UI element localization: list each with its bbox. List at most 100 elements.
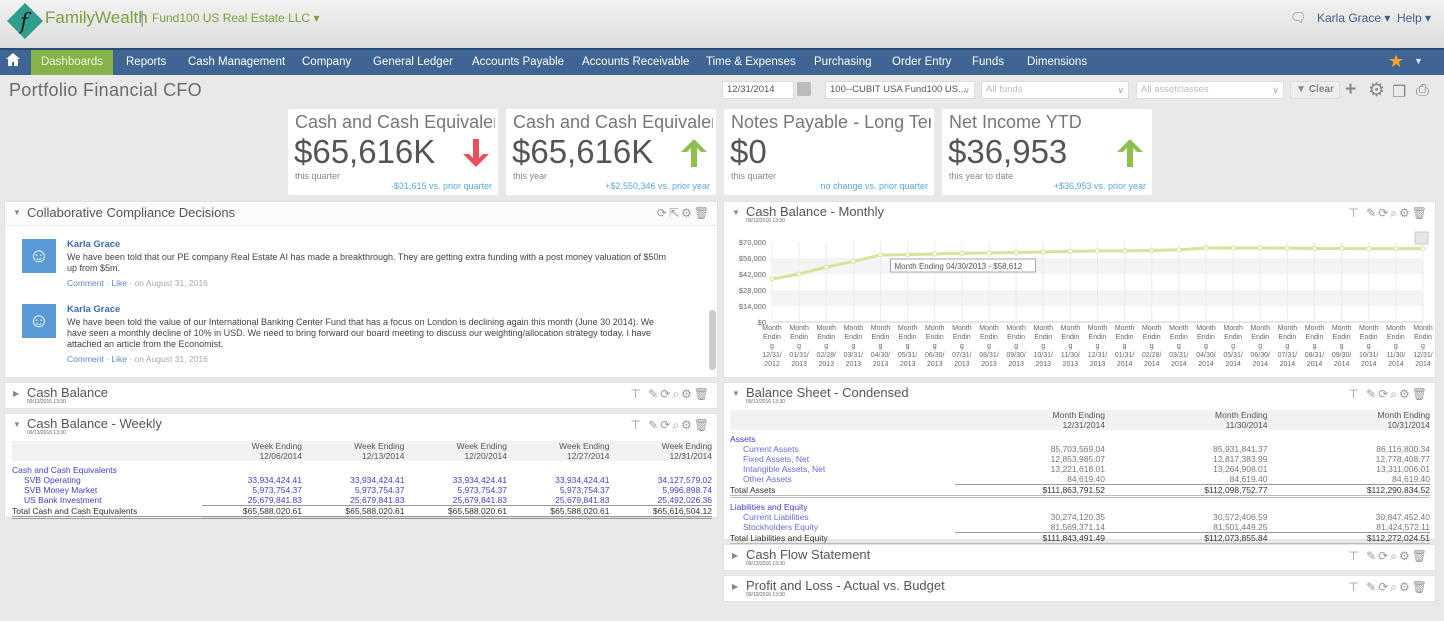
cell-value[interactable]: 33,934,424.41 bbox=[405, 475, 507, 485]
funds-select[interactable]: All funds ∨ bbox=[981, 81, 1129, 99]
gear-icon[interactable]: ⚙ bbox=[681, 206, 694, 220]
cell-value[interactable]: 5,973,754.37 bbox=[405, 485, 507, 495]
refresh-icon[interactable]: ⟳ bbox=[1378, 549, 1390, 563]
filter-icon[interactable]: ⊤ bbox=[630, 387, 642, 401]
trash-icon[interactable]: 🗑︎ bbox=[694, 418, 711, 432]
entity-select[interactable]: 100--CUBIT USA Fund100 US... ∨ bbox=[825, 81, 975, 99]
search-icon[interactable]: ⌕ bbox=[1390, 580, 1399, 594]
row-label[interactable]: Fixed Assets, Net bbox=[730, 454, 955, 464]
gear-icon[interactable]: ⚙ bbox=[1399, 387, 1412, 401]
nav-company[interactable]: Company bbox=[302, 50, 351, 75]
cell-value[interactable]: 5,973,754.37 bbox=[507, 485, 610, 495]
trash-icon[interactable]: 🗑︎ bbox=[694, 387, 711, 401]
search-icon[interactable]: ⌕ bbox=[1390, 549, 1399, 563]
cell-value[interactable]: 5,973,754.37 bbox=[202, 485, 302, 495]
cell-value[interactable]: 34,127,579.02 bbox=[610, 475, 712, 485]
row-label[interactable]: US Bank Investment bbox=[12, 495, 202, 506]
trash-icon[interactable]: 🗑︎ bbox=[1412, 206, 1429, 220]
pencil-icon[interactable]: ✎ bbox=[1366, 580, 1378, 594]
nav-general-ledger[interactable]: General Ledger bbox=[373, 50, 453, 75]
search-icon[interactable]: ⌕ bbox=[1390, 387, 1399, 401]
nav-dimensions[interactable]: Dimensions bbox=[1027, 50, 1087, 75]
filter-icon[interactable]: ⊤ bbox=[1348, 387, 1360, 401]
search-icon[interactable]: ⌕ bbox=[1390, 206, 1399, 220]
search-icon[interactable]: ⌕ bbox=[672, 387, 681, 401]
row-label[interactable]: SVB Money Market bbox=[12, 485, 202, 495]
refresh-icon[interactable]: ⟳ bbox=[657, 206, 669, 220]
nav-dashboards[interactable]: Dashboards bbox=[31, 50, 113, 75]
cell-value[interactable]: 33,934,424.41 bbox=[302, 475, 404, 485]
filter-icon[interactable]: ⊤ bbox=[1348, 206, 1360, 220]
expand-triangle-icon[interactable]: ▶ bbox=[732, 551, 738, 560]
user-menu[interactable]: Karla Grace ▾ bbox=[1317, 11, 1390, 25]
row-label[interactable]: Current Assets bbox=[730, 444, 955, 454]
nav-accounts-payable[interactable]: Accounts Payable bbox=[472, 50, 564, 75]
nav-time-expenses[interactable]: Time & Expenses bbox=[706, 50, 796, 75]
cell-value[interactable]: 5,996,898.74 bbox=[610, 485, 712, 495]
collapse-triangle-icon[interactable]: ▼ bbox=[13, 420, 21, 429]
collapse-triangle-icon[interactable]: ▼ bbox=[13, 208, 21, 217]
entity-selector[interactable]: Fund100 US Real Estate LLC ▾ bbox=[152, 11, 319, 25]
nav-order-entry[interactable]: Order Entry bbox=[892, 50, 951, 75]
add-icon[interactable]: + bbox=[1345, 79, 1356, 101]
nav-accounts-receivable[interactable]: Accounts Receivable bbox=[582, 50, 689, 75]
refresh-icon[interactable]: ⟳ bbox=[660, 387, 672, 401]
expand-triangle-icon[interactable]: ▶ bbox=[732, 582, 738, 591]
post-author[interactable]: Karla Grace bbox=[67, 304, 120, 315]
chat-icon[interactable]: 🗨︎ bbox=[1290, 10, 1307, 26]
pencil-icon[interactable]: ✎ bbox=[648, 387, 660, 401]
nav-funds[interactable]: Funds bbox=[972, 50, 1004, 75]
kpi-card-notes-payable[interactable]: Notes Payable - Long Term $0 this quarte… bbox=[724, 109, 934, 195]
trash-icon[interactable]: 🗑︎ bbox=[1412, 580, 1429, 594]
comment-link[interactable]: Comment bbox=[67, 278, 104, 288]
gear-icon[interactable]: ⚙ bbox=[681, 418, 694, 432]
like-link[interactable]: Like bbox=[111, 278, 127, 288]
cell-value[interactable]: 25,679,841.83 bbox=[202, 495, 302, 506]
row-label[interactable]: Stockholders Equity bbox=[730, 522, 955, 533]
filter-icon[interactable]: ⊤ bbox=[630, 418, 642, 432]
refresh-icon[interactable]: ⟳ bbox=[1378, 387, 1390, 401]
search-icon[interactable]: ⌕ bbox=[672, 418, 681, 432]
kpi-card-net-income[interactable]: Net Income YTD $36,953 this year to date… bbox=[942, 109, 1152, 195]
print-icon[interactable]: ⎙ bbox=[1416, 82, 1429, 100]
favorites-star-icon[interactable]: ★ bbox=[1388, 51, 1404, 72]
gear-icon[interactable]: ⚙ bbox=[1368, 79, 1385, 102]
collapse-triangle-icon[interactable]: ▼ bbox=[732, 389, 740, 398]
pencil-icon[interactable]: ✎ bbox=[648, 418, 660, 432]
pencil-icon[interactable]: ✎ bbox=[1366, 206, 1378, 220]
cell-value[interactable]: 25,492,026.36 bbox=[610, 495, 712, 506]
external-link-icon[interactable]: ⇱ bbox=[669, 206, 681, 220]
group-label[interactable]: Cash and Cash Equivalents bbox=[12, 465, 712, 475]
calendar-icon[interactable] bbox=[797, 82, 811, 96]
clear-filters-button[interactable]: ▼ Clear bbox=[1290, 81, 1340, 99]
filter-icon[interactable]: ⊤ bbox=[1348, 580, 1360, 594]
filter-icon[interactable]: ⊤ bbox=[1348, 549, 1360, 563]
section-label[interactable]: Liabilities and Equity bbox=[730, 502, 1430, 512]
gear-icon[interactable]: ⚙ bbox=[681, 387, 694, 401]
familywealth-logo[interactable]: f bbox=[6, 2, 44, 40]
assetclasses-select[interactable]: All assetclasses ∨ bbox=[1136, 81, 1284, 99]
chevron-down-icon[interactable]: ▼ bbox=[1414, 56, 1423, 66]
expand-triangle-icon[interactable]: ▶ bbox=[13, 389, 19, 398]
pencil-icon[interactable]: ✎ bbox=[1366, 387, 1378, 401]
cell-value[interactable]: 33,934,424.41 bbox=[507, 475, 609, 485]
cell-value[interactable]: 25,679,841.83 bbox=[405, 495, 507, 506]
refresh-icon[interactable]: ⟳ bbox=[1378, 580, 1390, 594]
nav-purchasing[interactable]: Purchasing bbox=[814, 50, 872, 75]
kpi-card-cash-year[interactable]: Cash and Cash Equivalen… $65,616K this y… bbox=[506, 109, 716, 195]
pencil-icon[interactable]: ✎ bbox=[1366, 549, 1378, 563]
row-label[interactable]: SVB Operating bbox=[12, 475, 202, 485]
cell-value[interactable]: 33,934,424.41 bbox=[202, 475, 302, 485]
collapse-triangle-icon[interactable]: ▼ bbox=[732, 208, 740, 217]
cell-value[interactable]: 5,973,754.37 bbox=[302, 485, 405, 495]
nav-reports[interactable]: Reports bbox=[126, 50, 166, 75]
row-label[interactable]: Current Liabilities bbox=[730, 512, 955, 522]
post-author[interactable]: Karla Grace bbox=[67, 239, 120, 250]
trash-icon[interactable]: 🗑︎ bbox=[694, 206, 711, 220]
kpi-card-cash-quarter[interactable]: Cash and Cash Equivalen… $65,616K this q… bbox=[288, 109, 498, 195]
cell-value[interactable]: 25,679,841.83 bbox=[302, 495, 404, 506]
home-icon[interactable] bbox=[6, 53, 26, 71]
trash-icon[interactable]: 🗑︎ bbox=[1412, 387, 1429, 401]
date-input[interactable]: 12/31/2014 bbox=[722, 81, 794, 99]
comment-link[interactable]: Comment bbox=[67, 354, 104, 364]
